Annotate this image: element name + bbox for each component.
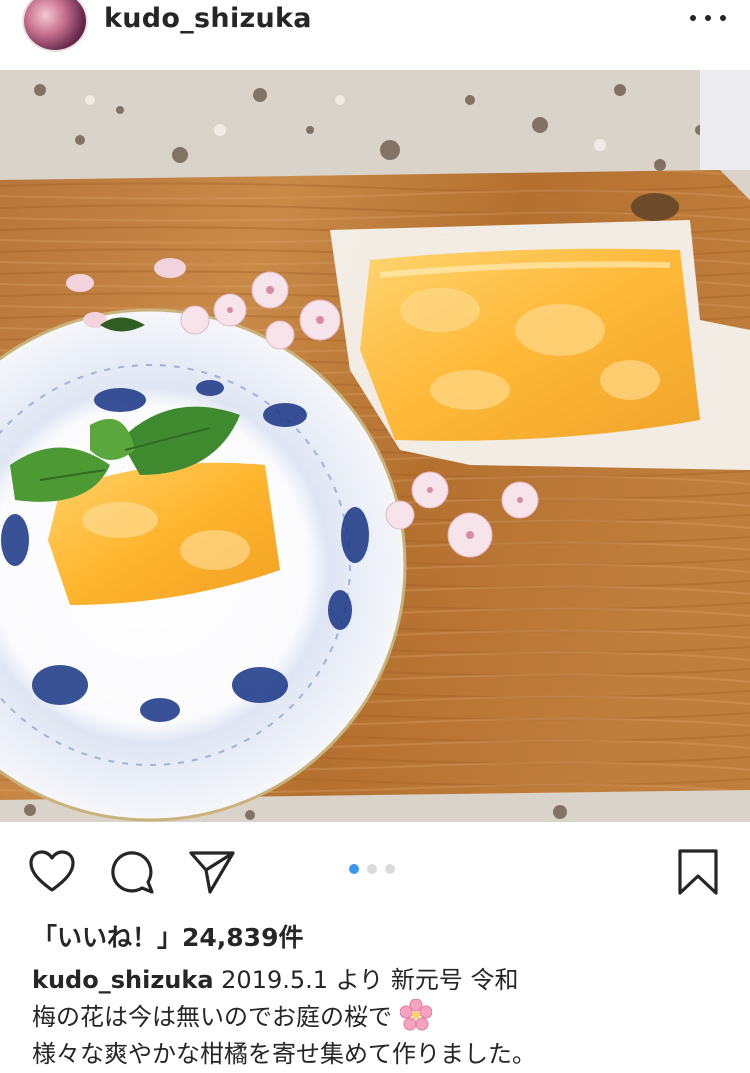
bookmark-icon[interactable] (676, 848, 720, 896)
post-photo[interactable] (0, 70, 750, 822)
likes-count[interactable]: 「いいね！」24,839件 (32, 918, 303, 954)
post-username[interactable]: kudo_shizuka (104, 3, 312, 34)
carousel-dot-3 (385, 864, 395, 874)
photo-illustration (0, 70, 750, 822)
avatar[interactable] (22, 0, 88, 52)
cherry-blossom-icon (399, 999, 432, 1031)
post-header: kudo_shizuka (0, 0, 750, 70)
caption-text-1: 2019.5.1 より 新元号 令和 (213, 966, 519, 994)
heart-icon[interactable] (28, 848, 76, 896)
ellipsis-dot (690, 15, 696, 21)
caption-text-2: 梅の花は今は無いのでお庭の桜で (32, 1003, 392, 1031)
comment-icon[interactable] (108, 848, 156, 896)
ellipsis-dot (705, 15, 711, 21)
more-options-icon[interactable] (690, 6, 726, 30)
paper-plane-icon[interactable] (188, 848, 236, 896)
caption-username[interactable]: kudo_shizuka (32, 966, 214, 994)
carousel-indicator (349, 864, 395, 874)
carousel-dot-2 (367, 864, 377, 874)
post-caption: kudo_shizuka 2019.5.1 より 新元号 令和 梅の花は今は無い… (32, 962, 732, 1073)
caption-line-1: kudo_shizuka 2019.5.1 より 新元号 令和 (32, 962, 732, 999)
caption-line-3: 様々な爽やかな柑橘を寄せ集めて作りました。 (32, 1040, 536, 1068)
caption-line-2: 梅の花は今は無いのでお庭の桜で (32, 999, 732, 1036)
carousel-dot-1 (349, 864, 359, 874)
ellipsis-dot (720, 15, 726, 21)
